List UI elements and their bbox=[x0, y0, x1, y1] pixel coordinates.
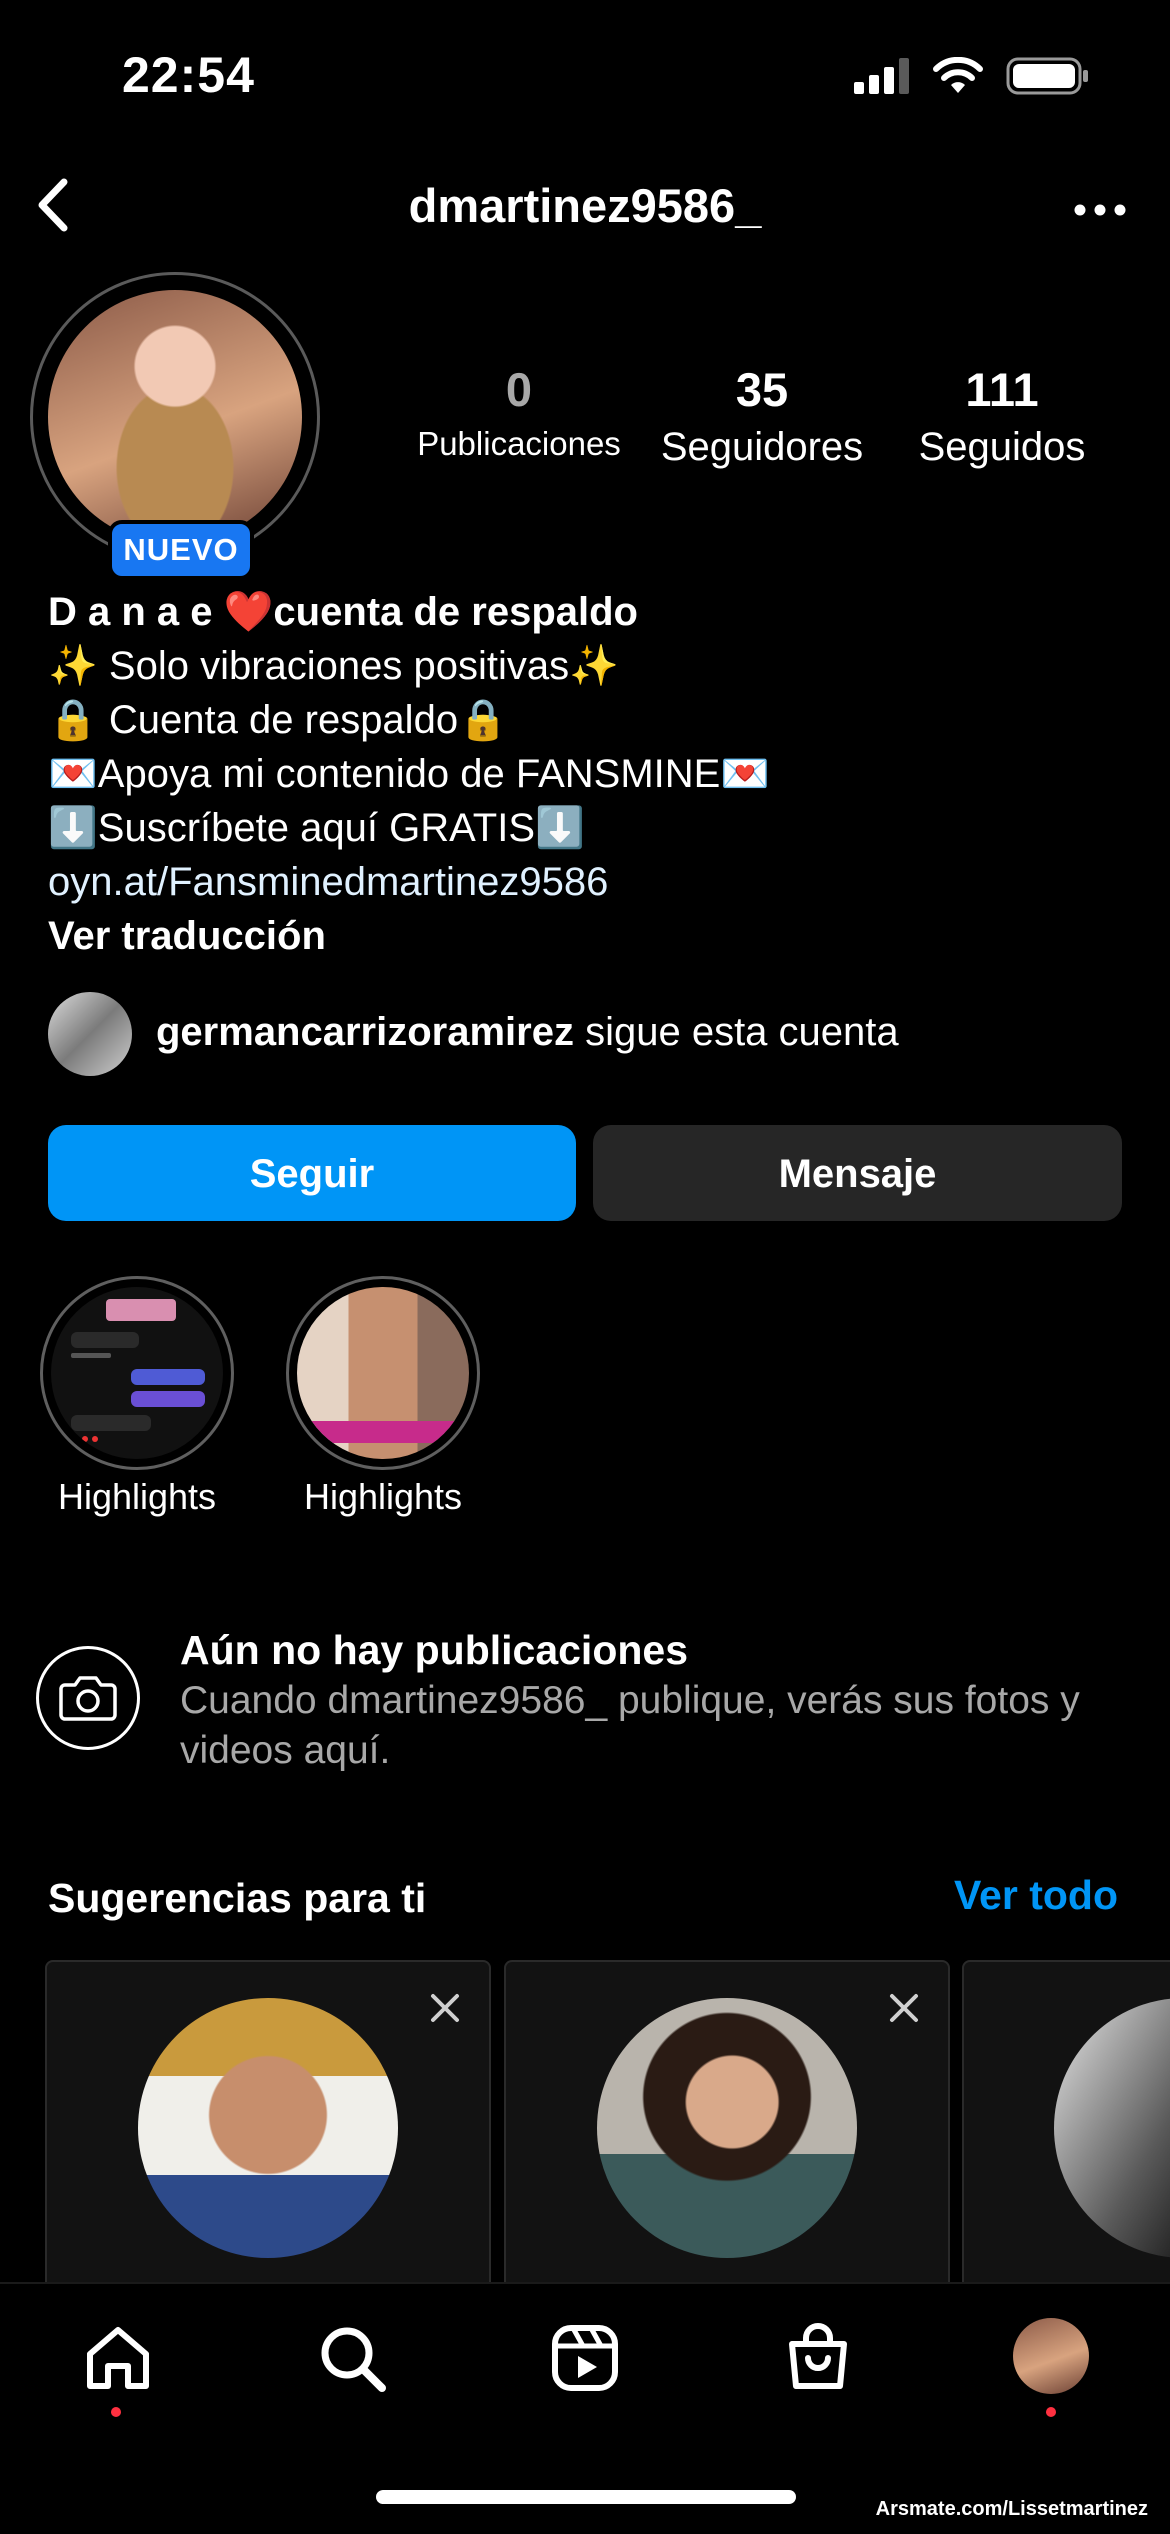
message-button[interactable]: Mensaje bbox=[593, 1125, 1122, 1221]
close-icon[interactable] bbox=[886, 1990, 922, 2026]
camera-icon bbox=[59, 1676, 117, 1721]
wifi-icon bbox=[933, 57, 983, 93]
profile-notification-dot bbox=[1046, 2407, 1056, 2417]
bio-line: 🔒 Cuenta de respaldo🔒 bbox=[48, 698, 508, 742]
home-icon bbox=[87, 2327, 149, 2389]
search-icon bbox=[321, 2327, 386, 2392]
home-indicator bbox=[376, 2490, 796, 2504]
follow-button[interactable]: Seguir bbox=[48, 1125, 576, 1221]
posts-label: Publicaciones bbox=[417, 425, 621, 462]
followed-by-text[interactable]: germancarrizoramirez sigue esta cuenta bbox=[156, 1010, 899, 1055]
suggestion-avatar[interactable] bbox=[597, 1998, 857, 2258]
profile-username-title: dmartinez9586_ bbox=[408, 179, 762, 232]
suggestion-card[interactable] bbox=[504, 1960, 950, 2304]
see-translation-link[interactable]: Ver traducción bbox=[48, 909, 1128, 963]
highlight-1-label: Highlights bbox=[57, 1476, 217, 1517]
stat-following[interactable]: 111 Seguidos bbox=[890, 362, 1114, 470]
empty-state-description: Cuando dmartinez9586_ publique, verás su… bbox=[180, 1679, 1080, 1772]
bio-line: 💌Apoya mi contenido de FANSMINE💌 bbox=[48, 752, 771, 796]
profile-avatar[interactable] bbox=[48, 290, 302, 544]
status-icons bbox=[854, 56, 1090, 96]
followers-label: Seguidores bbox=[660, 425, 864, 469]
tab-profile[interactable] bbox=[1013, 2318, 1089, 2394]
highlight-1-cover bbox=[51, 1287, 223, 1459]
empty-state-title: Aún no hay publicaciones bbox=[180, 1627, 689, 1673]
suggestion-avatar[interactable] bbox=[1054, 1998, 1170, 2258]
camera-icon-circle bbox=[36, 1646, 140, 1750]
suggestion-avatar[interactable] bbox=[138, 1998, 398, 2258]
tab-shop[interactable] bbox=[778, 2318, 858, 2398]
more-icon bbox=[1074, 204, 1126, 216]
highlight-2-cover bbox=[297, 1287, 469, 1459]
shop-icon bbox=[789, 2323, 847, 2389]
bio-line: ⬇️Suscríbete aquí GRATIS⬇️ bbox=[48, 806, 585, 850]
see-all-link[interactable]: Ver todo bbox=[954, 1872, 1118, 1919]
suggestions-title: Sugerencias para ti bbox=[48, 1875, 427, 1921]
following-label: Seguidos bbox=[918, 425, 1086, 469]
stat-followers[interactable]: 35 Seguidores bbox=[640, 362, 884, 470]
tab-home[interactable] bbox=[78, 2318, 158, 2398]
battery-icon bbox=[1006, 57, 1088, 95]
new-badge: NUEVO bbox=[108, 520, 254, 580]
more-options-button[interactable] bbox=[1060, 180, 1140, 240]
stat-posts: 0 Publicaciones bbox=[404, 362, 634, 463]
followers-count: 35 bbox=[735, 363, 789, 416]
status-time: 22:54 bbox=[122, 47, 255, 103]
chat-screenshot-thumbnail bbox=[71, 1299, 205, 1442]
watermark-text: Arsmate.com/Lissetmartinez bbox=[875, 2498, 1148, 2520]
profile-bio: D a n a e ❤️cuenta de respaldo ✨ Solo vi… bbox=[48, 585, 1128, 963]
tab-reels[interactable] bbox=[545, 2318, 625, 2398]
bio-link[interactable]: oyn.at/Fansminedmartinez9586 bbox=[48, 855, 1128, 909]
following-count: 111 bbox=[965, 363, 1039, 416]
cellular-signal-icon bbox=[854, 58, 909, 94]
posts-count: 0 bbox=[505, 363, 533, 416]
highlight-2-label: Highlights bbox=[303, 1476, 463, 1517]
suggestion-card[interactable] bbox=[45, 1960, 491, 2304]
reels-icon bbox=[552, 2325, 618, 2391]
close-icon[interactable] bbox=[427, 1990, 463, 2026]
bio-name: D a n a e ❤️cuenta de respaldo bbox=[48, 590, 638, 634]
highlight-2-caption-strip bbox=[297, 1421, 469, 1443]
suggestion-card[interactable] bbox=[962, 1960, 1170, 2304]
tab-search[interactable] bbox=[312, 2318, 392, 2398]
home-notification-dot bbox=[111, 2407, 121, 2417]
bio-line: ✨ Solo vibraciones positivas✨ bbox=[48, 644, 619, 688]
mutual-follower-avatar[interactable] bbox=[48, 992, 132, 1076]
mutual-follower-username: germancarrizoramirez bbox=[156, 1010, 574, 1054]
followed-by-suffix: sigue esta cuenta bbox=[573, 1010, 899, 1054]
